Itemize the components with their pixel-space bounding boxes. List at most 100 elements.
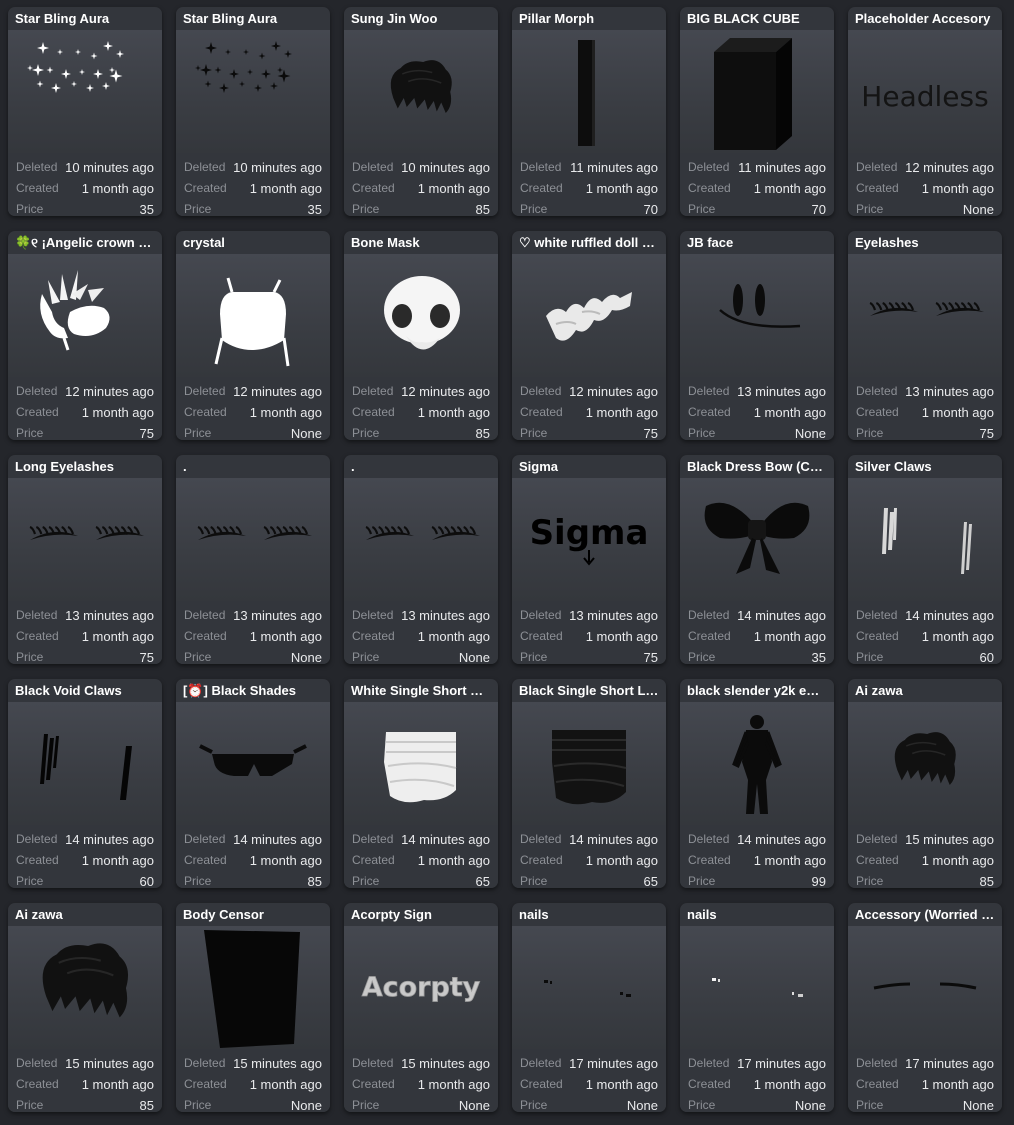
eyelashes-icon — [869, 301, 984, 316]
item-card[interactable]: [⏰] Black Shades Deleted 14 minutes ago Cr… — [176, 679, 330, 888]
price-label: Price — [352, 202, 380, 216]
item-thumbnail: Headless — [848, 30, 1002, 153]
item-meta: Deleted 12 minutes ago Created 1 month ago P… — [344, 377, 498, 440]
deleted-label: Deleted — [184, 1056, 226, 1070]
item-card[interactable]: black slender y2k e… Deleted 14 minutes a… — [680, 679, 834, 888]
deleted-label: Deleted — [856, 608, 898, 622]
created-label: Created — [856, 181, 899, 195]
created-value: 1 month ago — [249, 852, 322, 868]
item-card[interactable]: nails Deleted 17 minutes ago Created 1 mont… — [680, 903, 834, 1112]
item-card[interactable]: Placeholder Accesory Headless Deleted 12 mi… — [848, 7, 1002, 216]
created-row: Created 1 month ago — [856, 626, 994, 646]
item-name: Black Dress Bow (Chi… — [687, 459, 834, 474]
silver-claws-icon — [882, 508, 972, 574]
price-value: None — [290, 1097, 322, 1113]
item-card[interactable]: JB face Deleted 13 minutes ago Created 1 mo… — [680, 231, 834, 440]
item-card[interactable]: Black Dress Bow (Chi… Deleted 14 minutes … — [680, 455, 834, 664]
deleted-row: Deleted 10 minutes ago — [352, 157, 490, 177]
item-name: black slender y2k e… — [687, 683, 820, 698]
deleted-row: Deleted 12 minutes ago — [16, 381, 154, 401]
item-thumbnail — [344, 478, 498, 601]
item-card[interactable]: Eyelashes Deleted 13 minutes ago Created 1 m… — [848, 231, 1002, 440]
item-thumbnail — [8, 478, 162, 601]
price-row: Price 85 — [184, 871, 322, 889]
price-label: Price — [184, 202, 212, 216]
item-thumbnail — [680, 702, 834, 825]
item-meta: Deleted 14 minutes ago Created 1 month ago P… — [8, 825, 162, 888]
headless-text-icon: Headless — [861, 80, 988, 113]
item-meta: Deleted 15 minutes ago Created 1 month ago P… — [848, 825, 1002, 888]
item-card[interactable]: Star Bling Aura Deleted 10 minutes ago Crea… — [176, 7, 330, 216]
deleted-row: Deleted 17 minutes ago — [856, 1053, 994, 1073]
price-row: Price None — [856, 199, 994, 217]
price-row: Price 65 — [352, 871, 490, 889]
item-card[interactable]: Acorpty Sign Acorpty Deleted 15 minutes ago… — [344, 903, 498, 1112]
item-card[interactable]: Bone Mask Deleted 12 minutes ago Created 1 … — [344, 231, 498, 440]
created-row: Created 1 month ago — [688, 626, 826, 646]
item-card[interactable]: . Deleted 13 minutes ago Created 1 month ago… — [176, 455, 330, 664]
item-card[interactable]: Long Eyelashes Deleted 13 minutes ago Creat… — [8, 455, 162, 664]
item-card[interactable]: Ai zawa Deleted 15 minutes ago Created 1 mo… — [8, 903, 162, 1112]
created-label: Created — [184, 853, 227, 867]
item-card[interactable]: Ai zawa Deleted 15 minutes ago Created 1 mo… — [848, 679, 1002, 888]
item-card[interactable]: ♡ white ruffled doll s… Deleted 12 minute… — [512, 231, 666, 440]
deleted-row: Deleted 15 minutes ago — [184, 1053, 322, 1073]
item-thumbnail — [344, 702, 498, 825]
price-value: 70 — [811, 201, 826, 217]
item-card[interactable]: 🍀୧ ¡Angelic crown :… Deleted 12 minutes a… — [8, 231, 162, 440]
created-row: Created 1 month ago — [520, 1074, 658, 1094]
deleted-label: Deleted — [520, 160, 562, 174]
item-name: Pillar Morph — [519, 11, 595, 26]
price-row: Price 75 — [16, 647, 154, 665]
item-card[interactable]: Silver Claws Deleted 14 minutes ago Create… — [848, 455, 1002, 664]
created-row: Created 1 month ago — [184, 402, 322, 422]
created-label: Created — [688, 405, 731, 419]
item-card[interactable]: crystal Deleted 12 minutes ago Created 1 mo… — [176, 231, 330, 440]
item-thumbnail — [344, 254, 498, 377]
created-value: 1 month ago — [417, 180, 490, 196]
created-value: 1 month ago — [753, 404, 826, 420]
created-row: Created 1 month ago — [856, 402, 994, 422]
item-card[interactable]: Black Single Short Le… Deleted 14 minutes… — [512, 679, 666, 888]
deleted-label: Deleted — [856, 1056, 898, 1070]
deleted-label: Deleted — [16, 1056, 58, 1070]
item-name: Body Censor — [183, 907, 264, 922]
created-value: 1 month ago — [921, 1076, 994, 1092]
item-card[interactable]: Body Censor Deleted 15 minutes ago Created 1… — [176, 903, 330, 1112]
price-row: Price 85 — [856, 871, 994, 889]
item-meta: Deleted 13 minutes ago Created 1 month ago P… — [176, 601, 330, 664]
item-card[interactable]: BIG BLACK CUBE Deleted 11 minutes ago Creat… — [680, 7, 834, 216]
item-card[interactable]: Accessory (Worried … Deleted 17 minutes a… — [848, 903, 1002, 1112]
price-label: Price — [352, 1098, 380, 1112]
deleted-label: Deleted — [520, 384, 562, 398]
created-row: Created 1 month ago — [520, 850, 658, 870]
created-row: Created 1 month ago — [352, 626, 490, 646]
item-name: JB face — [687, 235, 734, 250]
item-card[interactable]: . Deleted 13 minutes ago Created 1 month ago… — [344, 455, 498, 664]
price-value: 85 — [475, 201, 490, 217]
item-meta: Deleted 11 minutes ago Created 1 month ago P… — [512, 153, 666, 216]
created-label: Created — [352, 181, 395, 195]
item-card[interactable]: Sigma Sigma Deleted 13 minutes ago Created 1… — [512, 455, 666, 664]
price-value: None — [290, 649, 322, 665]
item-thumbnail: Sigma — [512, 478, 666, 601]
item-card[interactable]: White Single Short L… Deleted 14 minutes … — [344, 679, 498, 888]
deleted-value: 15 minutes ago — [233, 1055, 322, 1071]
item-name: Ai zawa — [15, 907, 63, 922]
deleted-value: 11 minutes ago — [570, 159, 658, 175]
created-label: Created — [520, 853, 563, 867]
deleted-label: Deleted — [688, 384, 730, 398]
item-card[interactable]: Pillar Morph Deleted 11 minutes ago Created… — [512, 7, 666, 216]
item-card[interactable]: nails Deleted 17 minutes ago Created 1 mont… — [512, 903, 666, 1112]
price-value: None — [458, 1097, 490, 1113]
created-value: 1 month ago — [921, 180, 994, 196]
created-value: 1 month ago — [417, 628, 490, 644]
created-value: 1 month ago — [417, 404, 490, 420]
deleted-label: Deleted — [352, 608, 394, 622]
item-meta: Deleted 10 minutes ago Created 1 month ago P… — [8, 153, 162, 216]
item-card[interactable]: Sung Jin Woo Deleted 10 minutes ago Create… — [344, 7, 498, 216]
black-cube-icon — [714, 38, 792, 150]
item-card[interactable]: Star Bling Aura Deleted 10 minutes ago Crea… — [8, 7, 162, 216]
item-card[interactable]: Black Void Claws Deleted 14 minutes ago Cr… — [8, 679, 162, 888]
deleted-label: Deleted — [16, 832, 58, 846]
